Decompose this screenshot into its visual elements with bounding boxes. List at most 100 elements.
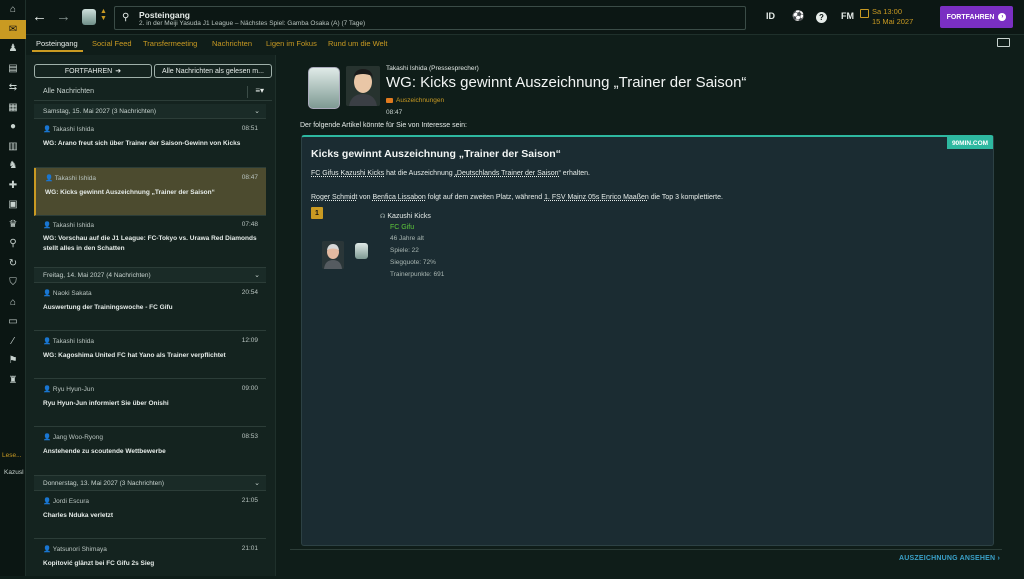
coach-name[interactable]: ☊ Kazushi Kicks <box>380 213 431 220</box>
message-sender[interactable]: Takashi Ishida (Pressesprecher) <box>386 65 479 72</box>
chart-icon[interactable]: ▥ <box>0 137 26 157</box>
schedule-icon[interactable]: ▣ <box>0 195 26 215</box>
coach-points: Trainerpunkte: 691 <box>390 271 445 278</box>
ball-icon[interactable]: ⚽ <box>792 11 804 22</box>
transfer-icon[interactable]: ⇆ <box>0 78 26 98</box>
tab-posteingang[interactable]: Posteingang <box>36 39 78 48</box>
calendar-icon[interactable] <box>860 9 869 18</box>
subject: WG: Kicks gewinnt Auszeichnung „Trainer … <box>45 189 215 196</box>
pitch-icon[interactable]: ⚑ <box>0 351 26 371</box>
view-award-link[interactable]: AUSZEICHNUNG ANSEHEN › <box>899 555 1000 562</box>
screen-icon[interactable] <box>997 38 1010 47</box>
tab-social-feed[interactable]: Social Feed <box>92 39 132 48</box>
people-icon[interactable]: ♜ <box>0 371 26 391</box>
search-bar[interactable]: ⚲ Posteingang 2. in der Meiji Yasuda J1 … <box>114 6 746 30</box>
active-tab-indicator <box>32 50 83 52</box>
chevron-right-icon: › <box>997 555 1000 562</box>
chevron-down-icon[interactable]: ⌄ <box>254 479 260 487</box>
search-icon[interactable]: ⚲ <box>0 234 26 254</box>
sender: 👤 Jang Woo-Ryong <box>43 434 104 441</box>
group-header[interactable]: Donnerstag, 13. Mai 2027 (3 Nachrichten)… <box>34 476 266 491</box>
shield-icon[interactable]: ⛉ <box>0 273 26 293</box>
club-crest <box>308 67 340 109</box>
page-title: Posteingang <box>139 10 191 20</box>
reading-name: Kazusl <box>4 469 24 476</box>
award-link[interactable]: „Deutschlands Trainer der Saison“ <box>455 170 561 177</box>
subject: Kopitović glänzt bei FC Gifu 2s Sieg <box>43 560 155 567</box>
sender: 👤 Naoki Sakata <box>43 290 92 297</box>
filter-label: Alle Nachrichten <box>43 88 94 95</box>
tab-rund-um-die-welt[interactable]: Rund um die Welt <box>328 39 387 48</box>
cards-icon[interactable]: ⁄ <box>0 332 26 352</box>
person-icon <box>346 66 380 106</box>
list-item[interactable]: 👤 Takashi Ishida 08:51 WG: Arano freut s… <box>34 119 266 168</box>
id-button[interactable]: ID <box>766 11 775 21</box>
sender: 👤 Jordi Escura <box>43 498 90 505</box>
forward-arrow-icon[interactable]: → <box>56 8 71 25</box>
list-item[interactable]: 👤 Ryu Hyun-Jun 09:00 Ryu Hyun-Jun inform… <box>34 379 266 427</box>
list-menu-icon[interactable]: ≡▾ <box>255 86 264 95</box>
group-header[interactable]: Samstag, 15. Mai 2027 (3 Nachrichten) ⌄ <box>34 104 266 119</box>
fm-menu-button[interactable]: FM <box>841 11 854 21</box>
coach-link[interactable]: FC Gifus Kazushi Kicks <box>311 170 384 177</box>
team-icon[interactable]: ♞ <box>0 156 26 176</box>
chevron-down-icon[interactable]: ⌄ <box>254 271 260 279</box>
continue-button[interactable]: FORTFAHREN › <box>940 6 1013 28</box>
club-crest[interactable] <box>82 9 96 25</box>
list-item[interactable]: 👤 Takashi Ishida 07:48 WG: Vorschau auf … <box>34 216 266 268</box>
squad-icon[interactable]: ♟ <box>0 39 26 59</box>
subject: WG: Kagoshima United FC hat Yano als Tra… <box>43 352 226 359</box>
sender: 👤 Takashi Ishida <box>43 126 94 133</box>
time: 07:48 <box>241 221 258 228</box>
top-bar: ← → ▲ ▼ ⚲ Posteingang 2. in der Meiji Yas… <box>26 0 1024 35</box>
sender: 👤 Takashi Ishida <box>43 338 94 345</box>
medical-icon[interactable]: ✚ <box>0 176 26 196</box>
club-crest[interactable] <box>355 243 368 259</box>
sender: 👤 Yatsunori Shimaya <box>43 546 107 553</box>
coach-games: Spiele: 22 <box>390 247 419 254</box>
coach-portrait[interactable] <box>322 241 344 269</box>
group-header[interactable]: Freitag, 14. Mai 2027 (4 Nachrichten) ⌄ <box>34 268 266 283</box>
stadium-icon[interactable]: ▭ <box>0 312 26 332</box>
message-filter[interactable]: Alle Nachrichten ≡▾ <box>34 84 272 101</box>
game-date[interactable]: Sa 13:00 15 Mai 2027 <box>872 7 913 27</box>
subject: Auswertung der Trainingswoche - FC Gifu <box>43 304 173 311</box>
inbox-icon[interactable]: ✉ <box>0 19 26 39</box>
help-icon[interactable]: ? <box>816 12 827 23</box>
list-item[interactable]: 👤 Jordi Escura 21:05 Charles Nduka verle… <box>34 491 266 539</box>
back-arrow-icon[interactable]: ← <box>32 8 47 25</box>
list-item[interactable]: 👤 Yatsunori Shimaya 21:01 Kopitović glän… <box>34 539 266 579</box>
home-icon[interactable]: ⌂ <box>0 0 26 20</box>
tab-nachrichten[interactable]: Nachrichten <box>212 39 252 48</box>
subject: WG: Arano freut sich über Trainer der Sa… <box>43 140 241 147</box>
person-link[interactable]: Roger Schmidt <box>311 194 357 201</box>
time: 12:09 <box>241 337 258 344</box>
list-item[interactable]: 👤 Takashi Ishida 12:09 WG: Kagoshima Uni… <box>34 331 266 379</box>
left-continue-button[interactable]: FORTFAHREN ➜ <box>34 64 152 78</box>
clipboard-icon[interactable]: ▤ <box>0 59 26 79</box>
time: 08:51 <box>241 125 258 132</box>
tab-ligen-im-fokus[interactable]: Ligen im Fokus <box>266 39 317 48</box>
list-item[interactable]: 👤 Naoki Sakata 20:54 Auswertung der Trai… <box>34 283 266 331</box>
mark-all-read-button[interactable]: Alle Nachrichten als gelesen m... <box>154 64 272 78</box>
time: 08:53 <box>241 433 258 440</box>
list-item[interactable]: 👤 Jang Woo-Ryong 08:53 Anstehende zu sco… <box>34 427 266 476</box>
message-category: Auszeichnungen <box>386 97 444 104</box>
sender-portrait[interactable] <box>346 66 380 106</box>
list-item-selected[interactable]: 👤 Takashi Ishida 08:47 WG: Kicks gewinnt… <box>34 168 266 216</box>
chevron-down-icon[interactable]: ⌄ <box>254 107 260 115</box>
refresh-icon[interactable]: ↻ <box>0 254 26 274</box>
ball-icon[interactable]: ● <box>0 117 26 137</box>
calendar-icon[interactable]: ▦ <box>0 98 26 118</box>
subject: WG: Vorschau auf die J1 League: FC-Tokyo… <box>43 235 257 252</box>
person-icon <box>322 241 344 269</box>
coach-club[interactable]: FC Gifu <box>390 224 414 231</box>
tab-transfermeeting[interactable]: Transfermeeting <box>143 39 197 48</box>
club-switch-chevron-icon[interactable]: ▲ ▼ <box>100 8 107 22</box>
sidebar: ⌂ ✉ ♟ ▤ ⇆ ▦ ● ▥ ♞ ✚ ▣ ♛ ⚲ ↻ ⛉ ⌂ ▭ ⁄ ⚑ ♜ … <box>0 0 26 576</box>
reading-label[interactable]: Lese... <box>2 452 22 459</box>
training-icon[interactable]: ⌂ <box>0 293 26 313</box>
club-link[interactable]: Benfica Lissabon <box>372 194 425 201</box>
trophy-icon[interactable]: ♛ <box>0 215 26 235</box>
person-link[interactable]: 1. FSV Mainz 05s Enrico Maaßen <box>544 194 649 201</box>
